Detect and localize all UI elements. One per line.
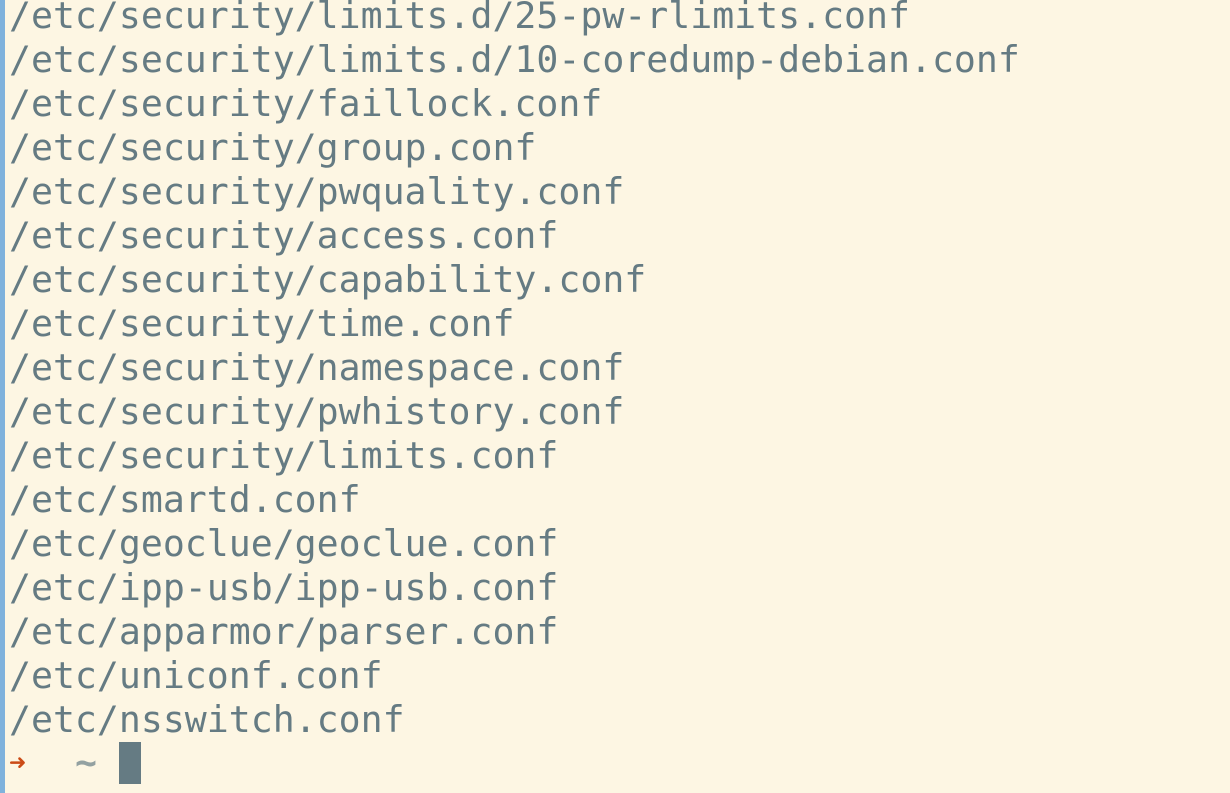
output-line: /etc/uniconf.conf xyxy=(9,654,383,697)
output-line: /etc/security/group.conf xyxy=(9,126,537,169)
pane-edge-indicator xyxy=(0,0,5,793)
output-line: /etc/ipp-usb/ipp-usb.conf xyxy=(9,566,559,609)
output-line: /etc/security/faillock.conf xyxy=(9,82,603,125)
terminal-window[interactable]: /etc/security/limits.d/25-pw-rlimits.con… xyxy=(0,0,1230,793)
output-line: /etc/security/limits.conf xyxy=(9,434,559,477)
output-line: /etc/security/pwhistory.conf xyxy=(9,390,625,433)
text-cursor[interactable] xyxy=(119,742,141,784)
output-line: /etc/apparmor/parser.conf xyxy=(9,610,559,653)
shell-prompt[interactable]: ➜ ~ xyxy=(9,742,141,784)
output-line: /etc/security/pwquality.conf xyxy=(9,170,625,213)
output-line: /etc/geoclue/geoclue.conf xyxy=(9,522,559,565)
output-line: /etc/security/limits.d/25-pw-rlimits.con… xyxy=(9,0,910,37)
output-line: /etc/security/namespace.conf xyxy=(9,346,625,389)
output-line: /etc/security/capability.conf xyxy=(9,258,647,301)
output-line: /etc/security/time.conf xyxy=(9,302,515,345)
output-line: /etc/security/limits.d/10-coredump-debia… xyxy=(9,38,1020,81)
command-output: /etc/security/limits.d/25-pw-rlimits.con… xyxy=(9,0,1020,742)
output-line: /etc/security/access.conf xyxy=(9,214,559,257)
prompt-arrow-icon: ➜ xyxy=(9,746,26,779)
output-line: /etc/smartd.conf xyxy=(9,478,361,521)
current-directory: ~ xyxy=(75,741,97,784)
output-line: /etc/nsswitch.conf xyxy=(9,698,405,741)
